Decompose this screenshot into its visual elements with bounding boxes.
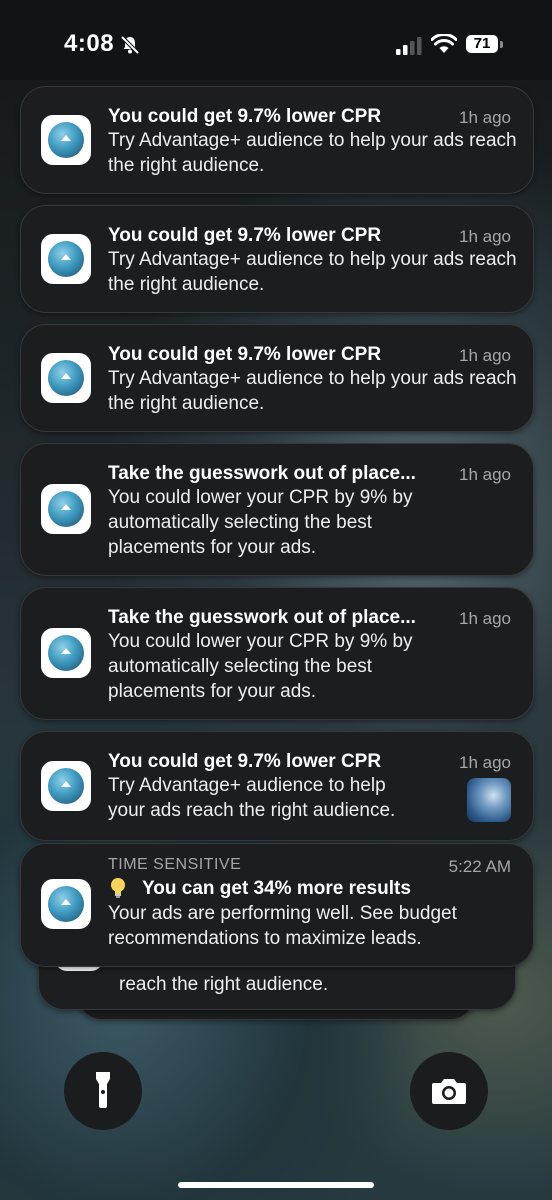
notification-card[interactable]: You could get 9.7% lower CPR 1h ago Try …	[20, 324, 534, 432]
notification-time: 1h ago	[459, 346, 511, 365]
notification-time: 1h ago	[459, 227, 511, 246]
bell-slash-icon	[120, 35, 140, 55]
app-icon	[41, 115, 91, 165]
battery-icon: 71	[466, 35, 504, 55]
app-icon	[41, 234, 91, 284]
notification-thumbnail	[467, 778, 511, 822]
notification-card[interactable]: You could get 9.7% lower CPR 1h ago Try …	[20, 731, 534, 841]
camera-icon	[432, 1079, 466, 1104]
time-sensitive-notification[interactable]: TIME SENSITIVE 5:22 AM You can get 34% m…	[20, 843, 534, 967]
app-icon	[41, 879, 91, 929]
time-sensitive-label: TIME SENSITIVE	[108, 856, 242, 873]
app-icon	[41, 761, 91, 811]
notification-body: Try Advantage+ audience to help your ads…	[108, 130, 517, 176]
notification-title: You could get 9.7% lower CPR	[108, 751, 382, 772]
notification-body: Try Advantage+ audience to help your ads…	[108, 249, 517, 295]
camera-button[interactable]	[410, 1052, 488, 1130]
status-time: 4:08	[64, 30, 115, 57]
notification-card[interactable]: Take the guesswork out of place... 1h ag…	[20, 587, 534, 720]
notification-time: 5:22 AM	[448, 857, 511, 876]
notification-body: Try Advantage+ audience to help your ads…	[108, 773, 528, 823]
notification-title: Take the guesswork out of place...	[108, 607, 416, 628]
notification-time: 1h ago	[459, 108, 511, 127]
cellular-signal-icon	[396, 37, 422, 55]
notification-body-line: your ads reach the right audience.	[108, 800, 396, 821]
notification-title: You could get 9.7% lower CPR	[108, 225, 382, 246]
notification-body: Try Advantage+ audience to help your ads…	[108, 368, 517, 414]
battery-level: 71	[466, 35, 498, 53]
notification-time: 1h ago	[459, 609, 511, 628]
notification-time: 1h ago	[459, 753, 511, 772]
status-bar: 4:08 71	[0, 0, 552, 80]
flashlight-icon	[96, 1072, 110, 1108]
app-icon	[41, 628, 91, 678]
app-icon	[41, 353, 91, 403]
notification-card[interactable]: You could get 9.7% lower CPR 1h ago Try …	[20, 205, 534, 313]
notification-body-line: Try Advantage+ audience to help	[108, 775, 386, 796]
notification-body: You could lower your CPR by 9% by automa…	[108, 631, 413, 702]
notification-title: You could get 9.7% lower CPR	[108, 106, 382, 127]
notification-card[interactable]: Take the guesswork out of place... 1h ag…	[20, 443, 534, 576]
notification-body: Your ads are performing well. See budget…	[108, 903, 457, 949]
notification-title: You could get 9.7% lower CPR	[108, 344, 382, 365]
flashlight-button[interactable]	[64, 1052, 142, 1130]
notification-title: You can get 34% more results	[142, 878, 411, 899]
app-icon	[41, 484, 91, 534]
notification-card[interactable]: You could get 9.7% lower CPR 1h ago Try …	[20, 86, 534, 194]
lightbulb-icon	[111, 878, 125, 898]
home-indicator[interactable]	[178, 1182, 374, 1188]
wifi-icon	[431, 34, 457, 53]
notification-body: You could lower your CPR by 9% by automa…	[108, 487, 413, 558]
notification-title: Take the guesswork out of place...	[108, 463, 416, 484]
stacked-notification-body: reach the right audience.	[119, 974, 329, 995]
notification-time: 1h ago	[459, 465, 511, 484]
